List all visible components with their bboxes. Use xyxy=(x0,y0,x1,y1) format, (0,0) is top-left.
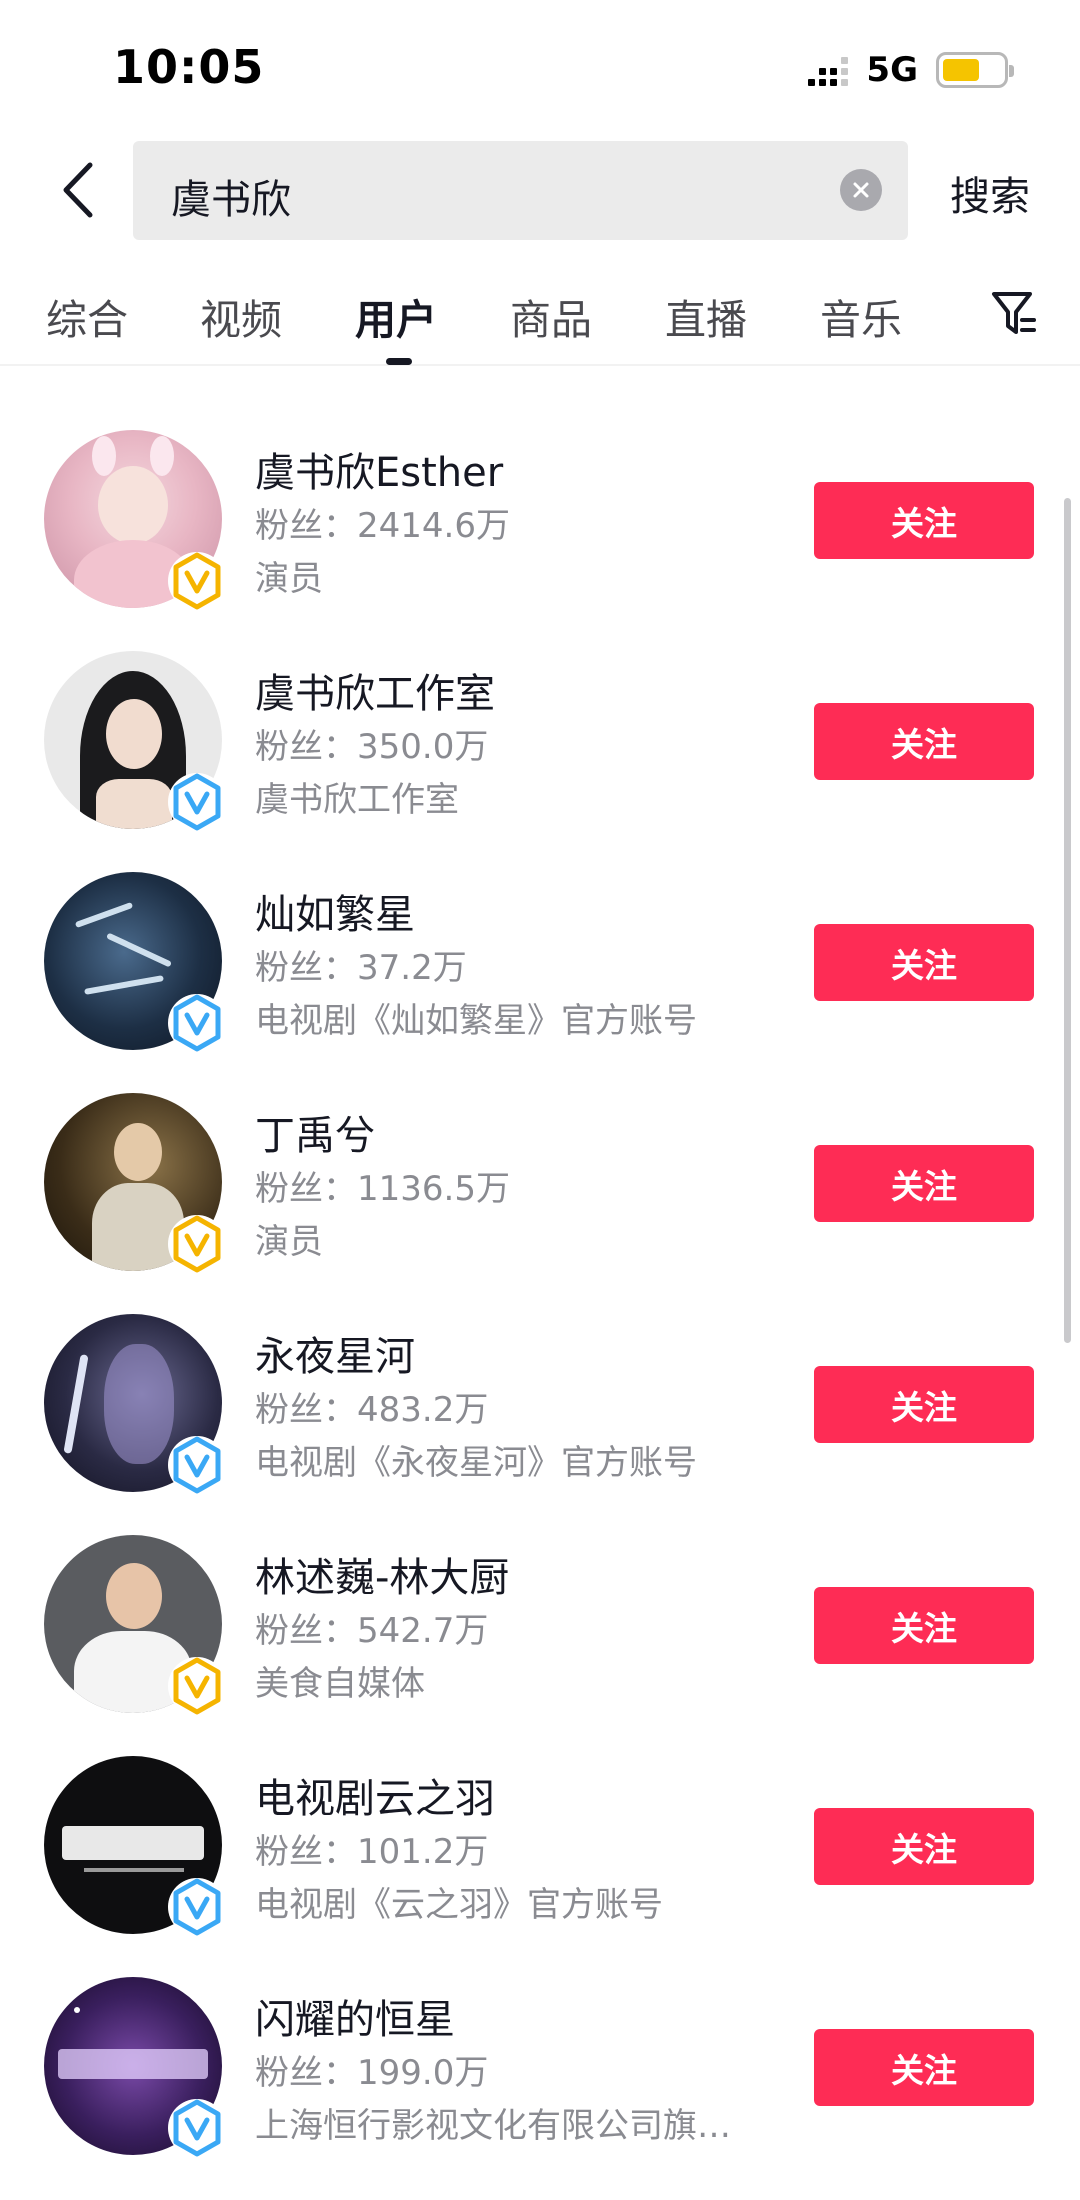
user-result-list: 虞书欣Esther 粉丝：2414.6万 演员 关注 虞书欣工作室 粉丝：350… xyxy=(0,368,1080,2157)
follow-button[interactable]: 关注 xyxy=(814,1587,1034,1664)
back-button[interactable] xyxy=(48,156,108,224)
avatar[interactable] xyxy=(44,1756,226,1936)
active-tab-indicator xyxy=(386,358,412,365)
avatar[interactable] xyxy=(44,1535,226,1715)
status-time: 10:05 xyxy=(113,40,265,94)
user-result-row[interactable]: 林述巍-林大厨 粉丝：542.7万 美食自媒体 关注 xyxy=(0,1473,1080,1715)
search-query: 虞书欣 xyxy=(171,177,291,223)
scrollbar[interactable] xyxy=(1064,498,1071,1343)
user-name: 林述巍-林大厨 xyxy=(255,1555,510,1601)
user-name: 灿如繁星 xyxy=(255,892,415,938)
avatar[interactable] xyxy=(44,1314,226,1494)
follow-button[interactable]: 关注 xyxy=(814,482,1034,559)
fans-count: 粉丝：1136.5万 xyxy=(255,1169,510,1209)
follow-button[interactable]: 关注 xyxy=(814,1808,1034,1885)
status-bar: 10:05 5G xyxy=(0,0,1080,130)
follow-button[interactable]: 关注 xyxy=(814,1145,1034,1222)
follow-button[interactable]: 关注 xyxy=(814,2029,1034,2106)
fans-count: 粉丝：483.2万 xyxy=(255,1390,489,1430)
user-result-row[interactable]: 虞书欣工作室 粉丝：350.0万 虞书欣工作室 关注 xyxy=(0,589,1080,831)
search-tabs: 综合 视频 用户 商品 直播 音乐 xyxy=(0,280,1080,366)
user-result-row[interactable]: 灿如繁星 粉丝：37.2万 电视剧《灿如繁星》官方账号 关注 xyxy=(0,810,1080,1052)
follow-button[interactable]: 关注 xyxy=(814,924,1034,1001)
tab-live[interactable]: 直播 xyxy=(665,286,747,346)
fans-count: 粉丝：199.0万 xyxy=(255,2053,489,2093)
search-button[interactable]: 搜索 xyxy=(950,164,1030,222)
tab-products[interactable]: 商品 xyxy=(510,286,592,346)
follow-button[interactable]: 关注 xyxy=(814,703,1034,780)
status-indicators: 5G xyxy=(808,50,1014,90)
chevron-left-icon xyxy=(63,162,93,218)
tab-comprehensive[interactable]: 综合 xyxy=(46,286,128,346)
clear-circle-icon xyxy=(853,182,869,198)
tab-video[interactable]: 视频 xyxy=(200,286,282,346)
fans-count: 粉丝：2414.6万 xyxy=(255,506,510,546)
fans-count: 粉丝：101.2万 xyxy=(255,1832,489,1872)
user-name: 丁禹兮 xyxy=(255,1113,375,1159)
avatar[interactable] xyxy=(44,1093,226,1273)
avatar[interactable] xyxy=(44,872,226,1052)
user-result-row[interactable]: 永夜星河 粉丝：483.2万 电视剧《永夜星河》官方账号 关注 xyxy=(0,1252,1080,1494)
network-label: 5G xyxy=(866,50,918,90)
verified-badge-blue-icon xyxy=(168,2099,226,2157)
user-result-row[interactable]: 电视剧云之羽 粉丝：101.2万 电视剧《云之羽》官方账号 关注 xyxy=(0,1694,1080,1936)
user-result-row[interactable]: 闪耀的恒星 粉丝：199.0万 上海恒行影视文化有限公司旗… 关注 xyxy=(0,1915,1080,2157)
fans-count: 粉丝：350.0万 xyxy=(255,727,489,767)
search-input[interactable]: 虞书欣 xyxy=(133,141,908,240)
user-name: 虞书欣工作室 xyxy=(255,671,495,717)
user-description: 上海恒行影视文化有限公司旗… xyxy=(255,2106,731,2146)
signal-icon xyxy=(808,54,849,86)
battery-icon xyxy=(936,52,1014,88)
search-header: 虞书欣 搜索 xyxy=(0,138,1080,242)
fans-count: 粉丝：37.2万 xyxy=(255,948,467,988)
user-name: 虞书欣Esther xyxy=(255,450,504,496)
tab-music[interactable]: 音乐 xyxy=(820,286,902,346)
filter-button[interactable] xyxy=(990,288,1038,340)
avatar[interactable] xyxy=(44,430,226,610)
tab-users[interactable]: 用户 xyxy=(355,286,437,346)
user-result-row[interactable]: 丁禹兮 粉丝：1136.5万 演员 关注 xyxy=(0,1031,1080,1273)
avatar[interactable] xyxy=(44,651,226,831)
user-name: 电视剧云之羽 xyxy=(255,1776,495,1822)
user-result-row[interactable]: 虞书欣Esther 粉丝：2414.6万 演员 关注 xyxy=(0,368,1080,610)
clear-search-button[interactable] xyxy=(840,169,882,211)
user-name: 闪耀的恒星 xyxy=(255,1997,455,2043)
fans-count: 粉丝：542.7万 xyxy=(255,1611,489,1651)
filter-icon xyxy=(992,292,1036,334)
follow-button[interactable]: 关注 xyxy=(814,1366,1034,1443)
user-name: 永夜星河 xyxy=(255,1334,415,1380)
avatar[interactable] xyxy=(44,1977,226,2157)
